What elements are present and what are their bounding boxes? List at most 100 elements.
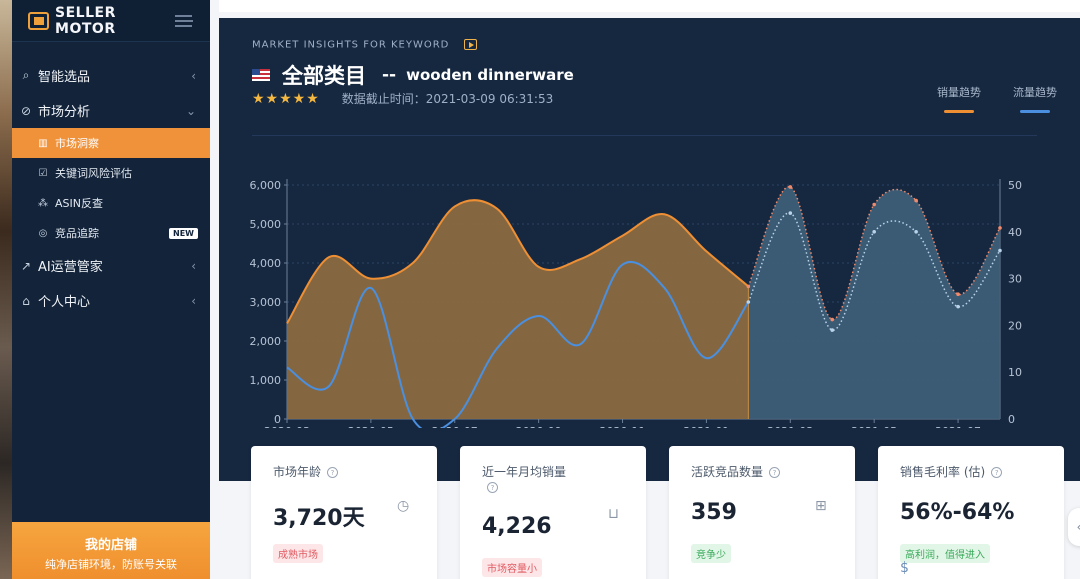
sales-forecast-point bbox=[830, 317, 835, 322]
chevron-left-icon: ‹ bbox=[191, 258, 196, 273]
chevron-left-icon: ‹ bbox=[191, 68, 196, 83]
category-title: 全部类目 bbox=[282, 64, 366, 88]
sales-forecast-point bbox=[788, 185, 793, 189]
y-right-tick-label: 20 bbox=[1008, 319, 1022, 332]
traffic-forecast-point bbox=[914, 230, 918, 234]
shop-subtitle: 纯净店铺环境，防账号关联 bbox=[45, 558, 177, 571]
legend-label: 流量趋势 bbox=[1013, 86, 1057, 99]
stat-card-active-competitors: 活跃竞品数量? 359 ⊞ 竞争少 bbox=[669, 446, 855, 579]
legend-traffic-trend[interactable]: 流量趋势 bbox=[1013, 84, 1057, 113]
traffic-forecast-point bbox=[872, 230, 876, 234]
status-badge: 高利润，值得进入 bbox=[900, 544, 990, 563]
help-icon[interactable]: ? bbox=[327, 467, 339, 478]
side-collapse-handle[interactable]: ‹ bbox=[1068, 508, 1080, 546]
my-shop-button[interactable]: 我的店铺 纯净店铺环境，防账号关联 bbox=[12, 522, 210, 579]
x-tick-label: 2020-05 bbox=[348, 425, 394, 428]
search-chart-icon: ⌕ bbox=[22, 68, 30, 82]
checklist-icon: ☑ bbox=[38, 167, 48, 179]
traffic-forecast-point bbox=[830, 328, 835, 332]
sidebar: SELLER MOTOR ⌕ 智能选品 ‹ ⊘ 市场分析 ⌄ ▥ 市场洞察 ☑ … bbox=[12, 0, 210, 579]
y-left-tick-label: 6,000 bbox=[250, 179, 282, 192]
traffic-forecast-point bbox=[788, 211, 793, 215]
hamburger-menu-icon[interactable] bbox=[174, 14, 194, 27]
grid-icon: ⊞ bbox=[815, 498, 827, 514]
card-value: 359 bbox=[691, 500, 737, 525]
us-flag-icon bbox=[252, 69, 270, 81]
sidebar-item-market-insights[interactable]: ▥ 市场洞察 bbox=[12, 128, 210, 158]
bar-chart-icon: ▥ bbox=[38, 137, 48, 149]
help-icon[interactable]: ? bbox=[991, 467, 1003, 478]
sales-forecast-area bbox=[748, 186, 1000, 419]
sidebar-item-competitor-tracking[interactable]: ◎ 竞品追踪 NEW bbox=[12, 218, 210, 248]
stat-card-market-age: 市场年龄? 3,720天 ◷ 成熟市场 bbox=[251, 446, 437, 579]
chevron-left-icon: ‹ bbox=[191, 293, 196, 308]
rating-stars: ★★★★★ bbox=[252, 90, 320, 107]
help-icon[interactable]: ? bbox=[487, 482, 498, 493]
y-left-tick-label: 5,000 bbox=[250, 218, 282, 231]
shopping-bag-icon: ⊔ bbox=[608, 506, 619, 522]
sidebar-group-market-analysis[interactable]: ⊘ 市场分析 ⌄ bbox=[12, 93, 210, 128]
section-label-text: MARKET INSIGHTS FOR KEYWORD bbox=[252, 39, 450, 51]
section-label: MARKET INSIGHTS FOR KEYWORD bbox=[252, 39, 477, 51]
sidebar-group-label: 智能选品 bbox=[38, 70, 91, 85]
sidebar-item-keyword-risk[interactable]: ☑ 关键词风险评估 bbox=[12, 158, 210, 188]
traffic-forecast-point bbox=[956, 304, 960, 309]
sales-forecast-point bbox=[956, 292, 960, 296]
status-badge: 市场容量小 bbox=[482, 558, 542, 577]
card-label: 活跃竞品数量? bbox=[691, 463, 781, 480]
sales-forecast-point bbox=[914, 198, 918, 203]
y-left-tick-label: 3,000 bbox=[250, 296, 282, 309]
sidebar-item-asin-lookup[interactable]: ⁂ ASIN反查 bbox=[12, 188, 210, 218]
trend-chart[interactable]: 01,0002,0003,0004,0005,0006,000010203040… bbox=[219, 138, 1080, 428]
y-left-tick-label: 4,000 bbox=[250, 257, 282, 270]
help-icon[interactable]: ? bbox=[769, 467, 781, 478]
sidebar-item-label: 关键词风险评估 bbox=[55, 167, 132, 180]
sidebar-group-personal-center[interactable]: ⌂ 个人中心 ‹ bbox=[12, 283, 210, 318]
divider bbox=[252, 135, 1037, 136]
x-tick-label: 2021-05 bbox=[851, 425, 897, 428]
title-separator: -- bbox=[382, 65, 397, 85]
trend-icon: ↗ bbox=[20, 258, 32, 273]
x-tick-label: 2021-07 bbox=[935, 425, 981, 428]
sidebar-group-label: AI运营管家 bbox=[38, 260, 103, 275]
clock-icon: ◷ bbox=[397, 498, 410, 514]
sales-forecast-point bbox=[998, 226, 1002, 230]
card-value: 4,226 bbox=[482, 514, 552, 539]
compass-icon: ⊘ bbox=[20, 103, 32, 118]
stat-card-monthly-sales: 近一年月均销量? 4,226 ⊔ 市场容量小 bbox=[460, 446, 646, 579]
status-badge: 竞争少 bbox=[691, 544, 731, 563]
y-right-tick-label: 40 bbox=[1008, 226, 1022, 239]
video-play-icon[interactable] bbox=[463, 39, 477, 50]
traffic-forecast-point bbox=[746, 300, 751, 304]
card-value: 56%-64% bbox=[900, 500, 1015, 525]
y-left-tick-label: 1,000 bbox=[250, 374, 282, 387]
y-right-tick-label: 10 bbox=[1008, 366, 1022, 379]
x-tick-label: 2021-03 bbox=[767, 425, 813, 428]
y-left-tick-label: 2,000 bbox=[250, 335, 282, 348]
graduation-cap-icon: ⌂ bbox=[22, 293, 30, 308]
legend-swatch bbox=[1020, 110, 1050, 113]
new-badge: NEW bbox=[169, 227, 198, 239]
top-bar bbox=[219, 0, 1080, 12]
sidebar-item-label: 市场洞察 bbox=[55, 137, 99, 150]
data-timestamp: 数据截止时间：2021-03-09 06:31:53 bbox=[341, 92, 554, 106]
sales-forecast-point bbox=[872, 202, 876, 207]
x-tick-label: 2020-07 bbox=[432, 425, 478, 428]
stat-card-gross-margin: 销售毛利率 (估)? 56%-64% 高利润，值得进入 $ bbox=[878, 446, 1064, 579]
brand-logo-icon bbox=[28, 11, 50, 30]
shop-title: 我的店铺 bbox=[84, 538, 137, 553]
network-icon: ⁂ bbox=[38, 197, 48, 209]
legend-sales-trend[interactable]: 销量趋势 bbox=[937, 84, 981, 113]
y-right-tick-label: 0 bbox=[1008, 413, 1015, 426]
y-right-tick-label: 30 bbox=[1008, 273, 1022, 286]
legend-swatch bbox=[944, 110, 974, 113]
sidebar-group-product-selection[interactable]: ⌕ 智能选品 ‹ bbox=[12, 58, 210, 93]
x-tick-label: 2020-09 bbox=[516, 425, 562, 428]
chevron-down-icon: ⌄ bbox=[185, 103, 196, 118]
sidebar-group-ai-ops[interactable]: ↗ AI运营管家 ‹ bbox=[12, 248, 210, 283]
market-insight-panel: MARKET INSIGHTS FOR KEYWORD 全部类目 -- wood… bbox=[219, 18, 1080, 481]
sidebar-item-label: ASIN反查 bbox=[55, 197, 103, 210]
x-tick-label: 2021-01 bbox=[683, 425, 729, 428]
y-right-tick-label: 50 bbox=[1008, 179, 1022, 192]
sidebar-group-label: 个人中心 bbox=[38, 295, 91, 310]
